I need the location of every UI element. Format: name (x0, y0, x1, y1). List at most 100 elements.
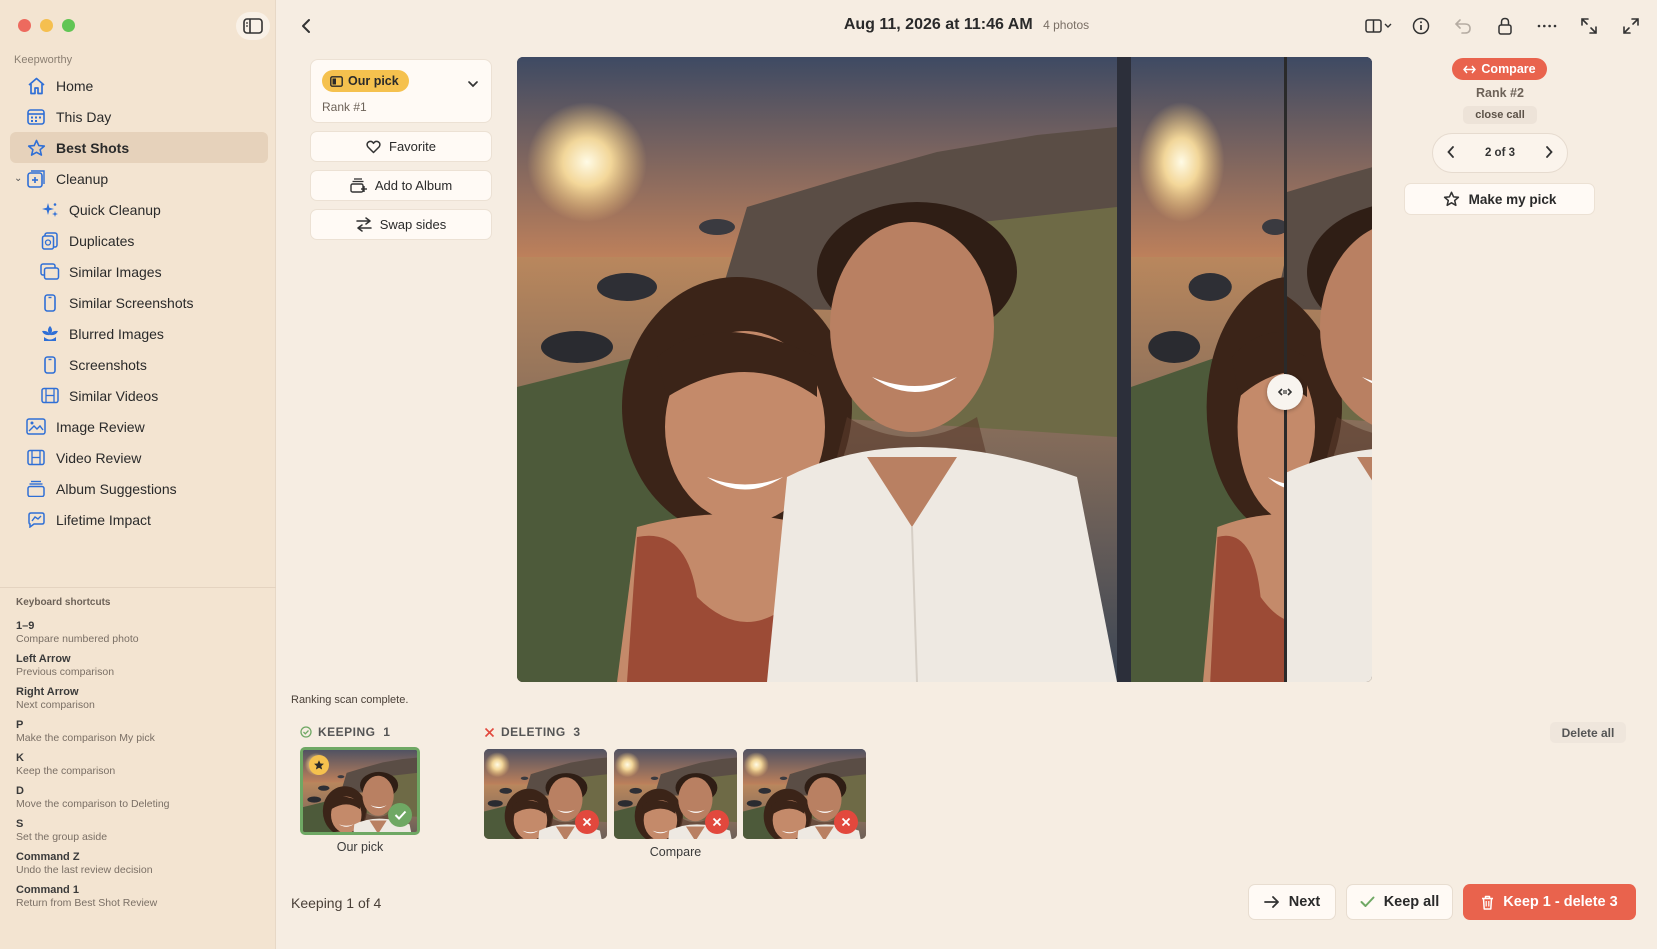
keep-delete-label: Keep 1 - delete 3 (1503, 894, 1618, 910)
next-button[interactable]: Next (1248, 884, 1336, 920)
sidebar-item-label: Duplicates (69, 232, 135, 249)
checkmark-icon (1360, 896, 1375, 908)
sidebar-item-image-review[interactable]: Image Review (10, 411, 268, 442)
fullscreen-button[interactable] (1615, 12, 1647, 40)
zoom-window-button[interactable] (62, 19, 75, 32)
sidebar-item-album-suggestions[interactable]: Album Suggestions (10, 473, 268, 504)
swap-sides-label: Swap sides (379, 217, 447, 232)
comparison-photo[interactable] (517, 57, 1372, 682)
sidebar-item-best-shots[interactable]: Best Shots (10, 132, 268, 163)
shortcut-key: S (16, 818, 24, 830)
compare-rank: Rank #2 (1476, 86, 1524, 100)
sidebar-item-label: Album Suggestions (56, 480, 177, 497)
pick-icon (330, 75, 343, 87)
undo-button[interactable] (1447, 12, 1479, 40)
close-window-button[interactable] (18, 19, 31, 32)
info-button[interactable] (1405, 12, 1437, 40)
compare-badge: Compare (1452, 58, 1547, 80)
close-call-tag: close call (1463, 106, 1537, 124)
keep-all-button[interactable]: Keep all (1346, 884, 1453, 920)
our-pick-card[interactable]: Our pick Rank #1 (310, 59, 492, 123)
sidebar-divider (0, 587, 276, 588)
shortcut-description: Compare numbered photo (16, 633, 139, 645)
sidebar-item-label: Similar Screenshots (69, 294, 194, 311)
delete-thumbnail-3[interactable] (743, 749, 866, 839)
photo-canvas (517, 57, 1372, 682)
sidebar-item-label: Similar Videos (69, 387, 159, 404)
layout-icon (1365, 19, 1392, 33)
lock-button[interactable] (1489, 12, 1521, 40)
shortcut-key: Left Arrow (16, 653, 71, 665)
scan-status: Ranking scan complete. (291, 694, 409, 706)
next-comparison-button[interactable] (1545, 145, 1553, 161)
sidebar-item-label: Image Review (56, 418, 145, 435)
info-icon (1412, 17, 1430, 35)
sidebar-item-similar-images[interactable]: Similar Images (10, 256, 268, 287)
add-album-icon (350, 178, 367, 193)
header: Aug 11, 2026 at 11:46 AM 4 photos (276, 0, 1657, 52)
shortcut-description: Keep the comparison (16, 765, 116, 777)
album-icon (26, 479, 46, 499)
layout-menu-button[interactable] (1363, 12, 1395, 40)
sidebar-item-label: Similar Images (69, 263, 162, 280)
delete-thumbnail-2[interactable] (614, 749, 737, 839)
compare-thumbnail-caption: Compare (649, 845, 702, 859)
sidebar-toggle-icon (243, 18, 263, 34)
keeping-count: 1 (383, 725, 391, 739)
deleting-group-label: DELETING 3 (484, 725, 581, 739)
more-icon (1537, 24, 1557, 28)
trash-icon (1481, 895, 1494, 910)
keep-thumbnail[interactable] (300, 747, 420, 835)
sidebar-item-video-review[interactable]: Video Review (10, 442, 268, 473)
expand-button[interactable] (1573, 12, 1605, 40)
compare-label: Compare (1481, 62, 1536, 76)
sidebar-item-cleanup[interactable]: ⌄ Cleanup (10, 163, 268, 194)
duplicates-icon (40, 231, 60, 251)
more-button[interactable] (1531, 12, 1563, 40)
sidebar-item-home[interactable]: Home (10, 70, 268, 101)
keep-all-label: Keep all (1383, 894, 1440, 910)
sidebar-item-similar-screenshots[interactable]: Similar Screenshots (10, 287, 268, 318)
x-badge-icon[interactable] (834, 810, 858, 834)
x-badge-icon[interactable] (575, 810, 599, 834)
keeping-group-label: KEEPING 1 (300, 725, 390, 739)
x-badge-icon[interactable] (705, 810, 729, 834)
minimize-window-button[interactable] (40, 19, 53, 32)
previous-comparison-button[interactable] (1447, 145, 1455, 161)
swap-icon (356, 217, 372, 232)
sidebar-item-duplicates[interactable]: Duplicates (10, 225, 268, 256)
shortcut-description: Previous comparison (16, 666, 115, 678)
shortcut-description: Return from Best Shot Review (16, 897, 158, 909)
swap-sides-button[interactable]: Swap sides (310, 209, 492, 240)
chevron-down-icon[interactable]: ⌄ (14, 173, 22, 184)
favorite-button[interactable]: Favorite (310, 131, 492, 162)
sidebar-item-similar-videos[interactable]: Similar Videos (10, 380, 268, 411)
chevron-right-icon (1546, 145, 1553, 158)
shortcut-description: Next comparison (16, 699, 95, 711)
photo-count: 4 photos (1043, 18, 1090, 32)
make-my-pick-button[interactable]: Make my pick (1404, 183, 1595, 215)
star-icon (26, 138, 46, 158)
chevron-down-icon[interactable] (467, 75, 479, 93)
sidebar-nav: Home This Day Best Shots ⌄ Cleanup Quick… (10, 70, 268, 535)
impact-icon (26, 510, 46, 530)
delete-thumbnail-1[interactable] (484, 749, 607, 839)
compare-slider-handle[interactable] (1267, 374, 1303, 410)
compare-split-line[interactable] (1284, 57, 1287, 682)
lock-icon (1498, 17, 1512, 35)
add-to-album-button[interactable]: Add to Album (310, 170, 492, 201)
sidebar-item-label: Screenshots (69, 356, 147, 373)
sidebar-item-screenshots[interactable]: Screenshots (10, 349, 268, 380)
sidebar-toggle-button[interactable] (236, 12, 270, 40)
keep-delete-button[interactable]: Keep 1 - delete 3 (1463, 884, 1636, 920)
drag-handle-icon (1278, 388, 1292, 396)
arrow-right-icon (1263, 895, 1280, 909)
sidebar: Keepworthy Home This Day Best Shots ⌄ Cl… (0, 0, 276, 949)
sidebar-item-label: Quick Cleanup (69, 201, 161, 218)
pager-label: 2 of 3 (1484, 147, 1516, 159)
delete-all-button[interactable]: Delete all (1550, 722, 1626, 743)
sidebar-item-this-day[interactable]: This Day (10, 101, 268, 132)
sidebar-item-lifetime-impact[interactable]: Lifetime Impact (10, 504, 268, 535)
sidebar-item-blurred-images[interactable]: Blurred Images (10, 318, 268, 349)
sidebar-item-quick-cleanup[interactable]: Quick Cleanup (10, 194, 268, 225)
